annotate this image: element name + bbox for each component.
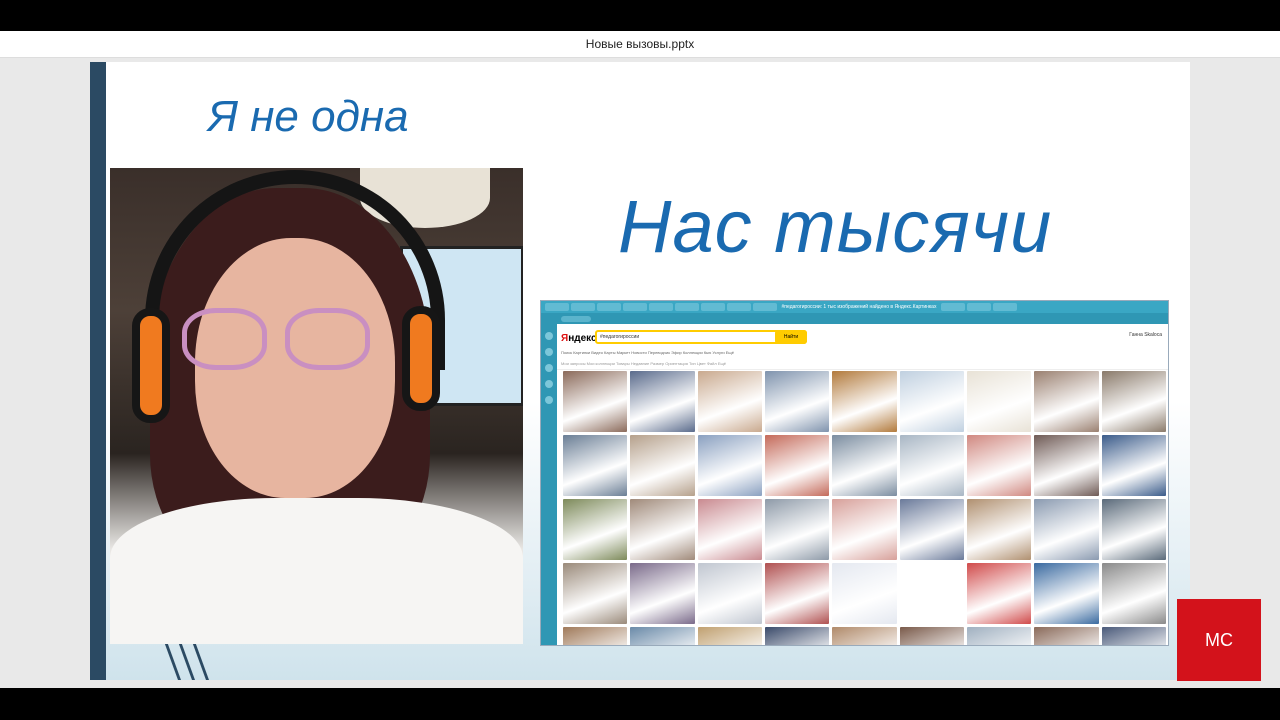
- window-title: Новые вызовы.pptx: [585, 37, 695, 51]
- image-results-grid: [563, 371, 1166, 645]
- browser-tab-title: #педагогироссии: 1 тыс изображений найде…: [781, 304, 937, 310]
- image-result-thumbnail: [967, 499, 1032, 560]
- image-result-thumbnail: [563, 627, 628, 645]
- image-result-thumbnail: [832, 371, 897, 432]
- browser-address-bar: [541, 313, 1168, 324]
- yandex-user-name: Ганна Skaloca: [1129, 332, 1162, 338]
- image-result-thumbnail: [630, 371, 695, 432]
- image-result-thumbnail: [1034, 627, 1099, 645]
- slide-title-left: Я не одна: [208, 92, 409, 141]
- slide-decor-stripes: [161, 636, 230, 680]
- image-result-thumbnail: [563, 499, 628, 560]
- yandex-filters: Мои запросы Мои коллекции Товары Недавни…: [561, 361, 727, 366]
- image-result-thumbnail: [967, 371, 1032, 432]
- headphone-left: [132, 308, 170, 423]
- window-title-bar: Новые вызовы.pptx: [0, 31, 1280, 58]
- image-result-thumbnail: [1034, 435, 1099, 496]
- image-result-thumbnail: [967, 627, 1032, 645]
- headphone-right: [402, 306, 440, 411]
- image-result-thumbnail: [697, 499, 762, 560]
- image-result-thumbnail: [697, 563, 762, 624]
- image-result-thumbnail: [1034, 563, 1099, 624]
- image-result-thumbnail: [697, 371, 762, 432]
- image-result-thumbnail: [832, 627, 897, 645]
- yandex-nav: Поиск Картинки Видео Карты Маркет Новост…: [561, 350, 734, 355]
- image-result-thumbnail: [630, 435, 695, 496]
- shirt-shape: [110, 498, 523, 644]
- image-result-thumbnail: [967, 435, 1032, 496]
- image-result-thumbnail: [765, 371, 830, 432]
- browser-sidebar: [541, 324, 557, 645]
- image-result-thumbnail: [765, 563, 830, 624]
- image-result-thumbnail: [899, 563, 964, 624]
- image-result-thumbnail: [1034, 371, 1099, 432]
- image-result-thumbnail: [563, 563, 628, 624]
- image-result-thumbnail: [563, 435, 628, 496]
- image-result-thumbnail: [899, 499, 964, 560]
- image-result-thumbnail: [630, 563, 695, 624]
- top-letterbox: [0, 0, 1280, 31]
- yandex-logo: Яндекс: [561, 333, 597, 344]
- image-result-thumbnail: [697, 627, 762, 645]
- browser-tabs: #педагогироссии: 1 тыс изображений найде…: [541, 301, 1168, 313]
- image-result-thumbnail: [630, 627, 695, 645]
- image-result-thumbnail: [899, 435, 964, 496]
- image-result-thumbnail: [899, 627, 964, 645]
- image-result-thumbnail: [832, 435, 897, 496]
- ms-badge: МС: [1177, 599, 1261, 681]
- slide-title-right: Нас тысячи: [618, 185, 1053, 268]
- image-result-thumbnail: [765, 627, 830, 645]
- browser-screenshot: #педагогироссии: 1 тыс изображений найде…: [540, 300, 1169, 646]
- bottom-letterbox: [0, 688, 1280, 720]
- image-result-thumbnail: [765, 435, 830, 496]
- slide-accent-bar: [90, 62, 106, 680]
- image-result-thumbnail: [630, 499, 695, 560]
- image-result-thumbnail: [967, 563, 1032, 624]
- image-result-thumbnail: [1101, 563, 1166, 624]
- image-result-thumbnail: [1101, 435, 1166, 496]
- image-result-thumbnail: [563, 371, 628, 432]
- image-result-thumbnail: [1034, 499, 1099, 560]
- image-result-thumbnail: [1101, 499, 1166, 560]
- image-result-thumbnail: [1101, 627, 1166, 645]
- image-result-thumbnail: [697, 435, 762, 496]
- slide: Я не одна Нас тысячи #педагогироссии: 1 …: [90, 62, 1190, 680]
- yandex-header: Яндекс #педагогироссии Найти Ганна Skalo…: [557, 324, 1168, 370]
- image-result-thumbnail: [1101, 371, 1166, 432]
- image-result-thumbnail: [765, 499, 830, 560]
- yandex-search-button: Найти: [775, 330, 807, 344]
- image-result-thumbnail: [899, 371, 964, 432]
- image-result-thumbnail: [832, 499, 897, 560]
- webcam-photo: [110, 168, 523, 644]
- image-result-thumbnail: [832, 563, 897, 624]
